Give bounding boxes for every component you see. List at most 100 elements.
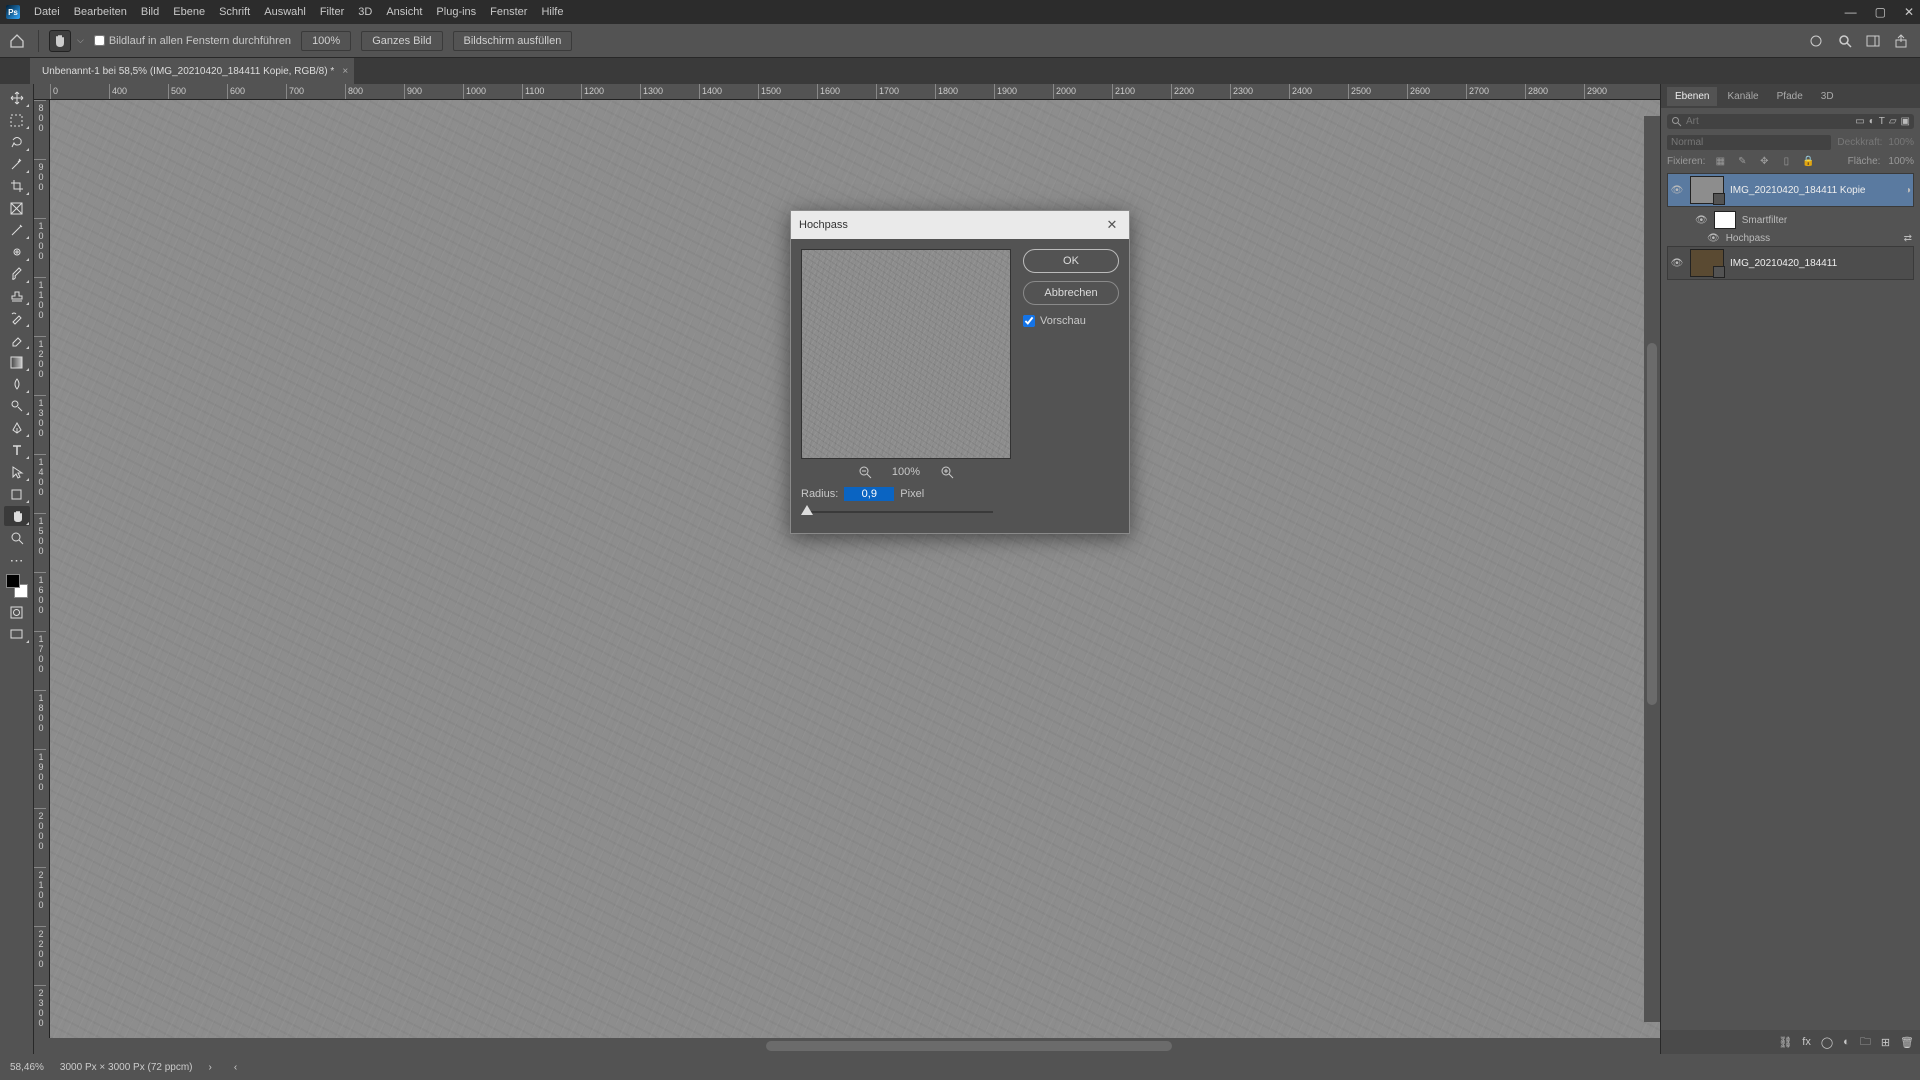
menu-window[interactable]: Fenster xyxy=(490,6,527,18)
shape-tool-icon[interactable] xyxy=(4,484,30,504)
tab-layers[interactable]: Ebenen xyxy=(1667,87,1717,106)
lock-pos-icon[interactable]: ✥ xyxy=(1757,156,1771,167)
menu-type[interactable]: Schrift xyxy=(219,6,250,18)
filter-smart-icon[interactable]: ▣ xyxy=(1901,116,1910,127)
menu-view[interactable]: Ansicht xyxy=(386,6,422,18)
layer-filter-input[interactable] xyxy=(1686,116,1851,127)
mask-icon[interactable]: ◯ xyxy=(1821,1036,1833,1049)
visibility-toggle-icon[interactable]: 👁 xyxy=(1695,215,1708,226)
menu-filter[interactable]: Filter xyxy=(320,6,344,18)
blend-mode-select[interactable]: Normal xyxy=(1667,135,1831,150)
filter-name[interactable]: Hochpass xyxy=(1726,233,1770,244)
menu-image[interactable]: Bild xyxy=(141,6,159,18)
new-layer-icon[interactable]: ⊞ xyxy=(1881,1036,1890,1049)
scroll-all-checkbox[interactable] xyxy=(94,35,105,46)
scrollbar-vertical[interactable] xyxy=(1644,116,1660,1022)
cancel-button[interactable]: Abbrechen xyxy=(1023,281,1119,305)
crop-tool-icon[interactable] xyxy=(4,176,30,196)
stamp-tool-icon[interactable] xyxy=(4,286,30,306)
visibility-toggle-icon[interactable]: 👁 xyxy=(1670,185,1684,196)
tool-preset-dd-icon[interactable]: ⌵ xyxy=(77,35,84,46)
eyedropper-tool-icon[interactable] xyxy=(4,220,30,240)
close-tab-icon[interactable]: × xyxy=(342,66,348,77)
history-brush-tool-icon[interactable] xyxy=(4,308,30,328)
layer-thumb[interactable] xyxy=(1690,249,1724,277)
layer-row-bottom[interactable]: 👁 IMG_20210420_184411 xyxy=(1667,246,1914,280)
wand-tool-icon[interactable] xyxy=(4,154,30,174)
type-tool-icon[interactable] xyxy=(4,440,30,460)
menu-help[interactable]: Hilfe xyxy=(541,6,563,18)
menu-select[interactable]: Auswahl xyxy=(264,6,306,18)
lock-paint-icon[interactable]: ✎ xyxy=(1735,156,1749,167)
filter-text-icon[interactable]: T xyxy=(1879,116,1885,127)
group-icon[interactable]: 🗀 xyxy=(1860,1033,1871,1052)
layer-name[interactable]: IMG_20210420_184411 Kopie xyxy=(1730,185,1899,196)
pen-tool-icon[interactable] xyxy=(4,418,30,438)
zoom-level[interactable]: 58,46% xyxy=(10,1062,44,1073)
tab-paths[interactable]: Pfade xyxy=(1769,87,1811,106)
menu-edit[interactable]: Bearbeiten xyxy=(74,6,127,18)
lock-pixels-icon[interactable]: ▦ xyxy=(1713,156,1727,167)
blur-tool-icon[interactable] xyxy=(4,374,30,394)
maximize-icon[interactable]: ▢ xyxy=(1875,5,1886,19)
menu-layer[interactable]: Ebene xyxy=(173,6,205,18)
link-layers-icon[interactable]: ⛓ xyxy=(1778,1036,1792,1049)
radius-input[interactable] xyxy=(844,487,894,501)
menu-3d[interactable]: 3D xyxy=(358,6,372,18)
dodge-tool-icon[interactable] xyxy=(4,396,30,416)
hand-tool-icon[interactable] xyxy=(49,30,71,52)
visibility-toggle-icon[interactable]: 👁 xyxy=(1670,258,1684,269)
edit-toolbar-icon[interactable]: ⋯ xyxy=(4,550,30,570)
zoom-out-icon[interactable] xyxy=(858,465,872,479)
fill-value[interactable]: 100% xyxy=(1888,156,1914,167)
delete-icon[interactable]: 🗑 xyxy=(1900,1036,1914,1049)
screenmode-icon[interactable] xyxy=(4,624,30,644)
share-icon[interactable] xyxy=(1894,34,1908,48)
menu-file[interactable]: Datei xyxy=(34,6,60,18)
doc-dims[interactable]: 3000 Px × 3000 Px (72 ppcm) xyxy=(60,1062,193,1073)
lock-all-icon[interactable]: 🔒 xyxy=(1801,156,1815,167)
document-tab[interactable]: Unbenannt-1 bei 58,5% (IMG_20210420_1844… xyxy=(30,58,354,84)
slider-knob-icon[interactable] xyxy=(801,505,813,515)
tab-channels[interactable]: Kanäle xyxy=(1719,87,1766,106)
filter-type-icon[interactable]: ▭ xyxy=(1855,116,1864,127)
cloud-icon[interactable] xyxy=(1808,33,1824,49)
radius-slider[interactable] xyxy=(801,505,993,519)
filter-shape-icon[interactable]: ▱ xyxy=(1889,116,1897,127)
workspace-icon[interactable] xyxy=(1866,34,1880,48)
gradient-tool-icon[interactable] xyxy=(4,352,30,372)
frame-tool-icon[interactable] xyxy=(4,198,30,218)
menu-plugins[interactable]: Plug-ins xyxy=(436,6,476,18)
tab-3d[interactable]: 3D xyxy=(1813,87,1842,106)
close-icon[interactable]: ✕ xyxy=(1904,5,1914,19)
filter-blend-icon[interactable]: ⇄ xyxy=(1904,233,1912,244)
eraser-tool-icon[interactable] xyxy=(4,330,30,350)
preview-checkbox[interactable] xyxy=(1023,315,1035,327)
smartfilter-mask-thumb[interactable] xyxy=(1714,211,1736,229)
zoom-100-button[interactable]: 100% xyxy=(301,31,351,51)
layer-thumb[interactable] xyxy=(1690,176,1724,204)
visibility-toggle-icon[interactable]: 👁 xyxy=(1707,233,1720,244)
dialog-close-icon[interactable]: ✕ xyxy=(1103,216,1121,234)
fit-screen-button[interactable]: Ganzes Bild xyxy=(361,31,442,51)
scrollbar-horizontal[interactable] xyxy=(34,1038,1660,1054)
zoom-in-icon[interactable] xyxy=(940,465,954,479)
layer-name[interactable]: IMG_20210420_184411 xyxy=(1730,258,1911,269)
brush-tool-icon[interactable] xyxy=(4,264,30,284)
move-tool-icon[interactable] xyxy=(4,88,30,108)
opacity-value[interactable]: 100% xyxy=(1888,137,1914,148)
dialog-preview[interactable] xyxy=(801,249,1011,459)
layer-row-top[interactable]: 👁 IMG_20210420_184411 Kopie ◑ xyxy=(1667,173,1914,207)
fx-icon[interactable]: fx xyxy=(1802,1036,1811,1048)
quickmask-icon[interactable] xyxy=(4,602,30,622)
heal-tool-icon[interactable] xyxy=(4,242,30,262)
smartfilters-row[interactable]: 👁 Smartfilter xyxy=(1667,209,1914,231)
fill-screen-button[interactable]: Bildschirm ausfüllen xyxy=(453,31,573,51)
chevron-right-icon[interactable]: › xyxy=(209,1062,212,1073)
ok-button[interactable]: OK xyxy=(1023,249,1119,273)
path-select-tool-icon[interactable] xyxy=(4,462,30,482)
filter-row-hochpass[interactable]: 👁 Hochpass ⇄ xyxy=(1667,231,1914,246)
lock-artboard-icon[interactable]: ▯ xyxy=(1779,156,1793,167)
home-icon[interactable] xyxy=(6,30,28,52)
filter-adj-icon[interactable]: ◐ xyxy=(1869,116,1875,127)
